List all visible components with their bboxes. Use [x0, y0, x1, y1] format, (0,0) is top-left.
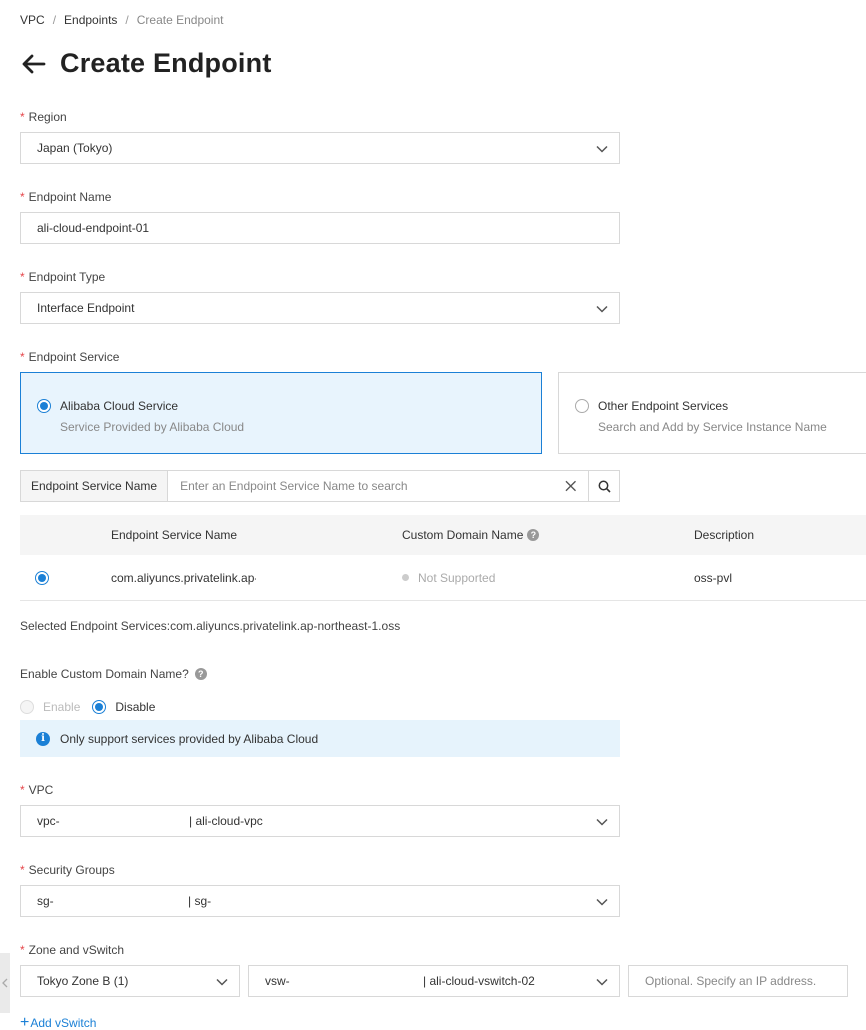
chevron-down-icon: [596, 978, 608, 986]
help-icon[interactable]: ?: [194, 668, 207, 680]
disable-option[interactable]: Disable: [92, 700, 155, 714]
column-header-custom-domain: Custom Domain Name?: [402, 515, 540, 555]
endpoint-service-search: Endpoint Service Name: [20, 470, 620, 502]
endpoint-service-label: * Endpoint Service: [20, 350, 120, 364]
vpc-label: * VPC: [20, 783, 54, 797]
breadcrumb-separator: /: [52, 13, 57, 27]
plus-icon: +: [20, 1014, 30, 1030]
vswitch-select[interactable]: vsw- | ali-cloud-vswitch-02: [248, 965, 620, 997]
card-subtitle: Search and Add by Service Instance Name: [598, 420, 827, 434]
security-group-id: sg-: [37, 894, 54, 908]
enable-option: Enable: [20, 700, 80, 714]
info-icon: i: [36, 731, 50, 746]
chevron-down-icon: [596, 818, 608, 826]
search-icon: [598, 480, 611, 493]
breadcrumb: VPC / Endpoints / Create Endpoint: [20, 13, 223, 27]
column-header-description: Description: [694, 528, 755, 542]
ip-address-placeholder: Optional. Specify an IP address.: [645, 974, 817, 988]
chevron-down-icon: [596, 145, 608, 153]
region-select[interactable]: Japan (Tokyo): [20, 132, 620, 164]
endpoint-type-select[interactable]: Interface Endpoint: [20, 292, 620, 324]
selected-services-text: Selected Endpoint Services:com.aliyuncs.…: [20, 619, 401, 633]
page-header: Create Endpoint: [20, 48, 272, 79]
other-endpoint-services-card[interactable]: Other Endpoint Services Search and Add b…: [558, 372, 866, 454]
info-text: Only support services provided by Alibab…: [60, 731, 319, 746]
back-arrow-icon[interactable]: [20, 51, 46, 77]
other-endpoint-services-radio[interactable]: [575, 399, 589, 413]
endpoint-type-label: * Endpoint Type: [20, 270, 106, 284]
alibaba-cloud-service-radio[interactable]: [37, 399, 51, 413]
chevron-down-icon: [596, 305, 608, 313]
card-subtitle: Service Provided by Alibaba Cloud: [60, 420, 245, 434]
table-header: Endpoint Service Name Custom Domain Name…: [20, 515, 866, 555]
chevron-left-icon: [2, 978, 8, 988]
breadcrumb-vpc[interactable]: VPC: [20, 13, 45, 27]
zone-value: Tokyo Zone B (1): [37, 974, 129, 988]
vpc-select[interactable]: vpc- | ali-cloud-vpc: [20, 805, 620, 837]
clear-icon[interactable]: [565, 480, 576, 492]
search-input[interactable]: [180, 479, 559, 493]
help-icon[interactable]: ?: [527, 529, 540, 541]
custom-domain-label: Enable Custom Domain Name??: [20, 667, 207, 681]
column-header-service-name: Endpoint Service Name: [111, 528, 238, 542]
custom-domain-radio-group: Enable Disable: [20, 700, 167, 714]
endpoint-name-value: ali-cloud-endpoint-01: [37, 221, 150, 235]
zone-vswitch-label: * Zone and vSwitch: [20, 943, 125, 957]
status-dot: [402, 574, 409, 581]
chevron-down-icon: [216, 978, 228, 986]
service-name-cell: com.aliyuncs.privatelink.ap-: [111, 570, 256, 585]
ip-address-input[interactable]: Optional. Specify an IP address.: [628, 965, 848, 997]
endpoint-name-input[interactable]: ali-cloud-endpoint-01: [20, 212, 620, 244]
breadcrumb-separator: /: [125, 13, 129, 27]
endpoint-service-table: Endpoint Service Name Custom Domain Name…: [20, 515, 866, 601]
search-field: [168, 471, 588, 501]
search-button[interactable]: [588, 471, 619, 501]
security-group-name: | sg-: [188, 894, 212, 908]
endpoint-type-value: Interface Endpoint: [37, 301, 135, 315]
zone-select[interactable]: Tokyo Zone B (1): [20, 965, 240, 997]
card-title: Other Endpoint Services: [598, 399, 729, 413]
info-alert: i Only support services provided by Alib…: [20, 720, 620, 757]
breadcrumb-endpoints[interactable]: Endpoints: [64, 13, 117, 27]
search-addon-label: Endpoint Service Name: [21, 471, 169, 501]
alibaba-cloud-service-card[interactable]: Alibaba Cloud Service Service Provided b…: [20, 372, 542, 454]
disable-radio[interactable]: [92, 700, 107, 714]
vpc-id: vpc-: [37, 814, 60, 828]
page-title: Create Endpoint: [60, 48, 272, 78]
table-row[interactable]: com.aliyuncs.privatelink.ap- Not Support…: [20, 555, 866, 601]
region-value: Japan (Tokyo): [37, 141, 113, 155]
enable-radio: [20, 700, 34, 714]
security-groups-select[interactable]: sg- | sg-: [20, 885, 620, 917]
endpoint-name-label: * Endpoint Name: [20, 190, 112, 204]
card-title: Alibaba Cloud Service: [60, 399, 179, 413]
row-select-radio[interactable]: [35, 570, 49, 585]
security-groups-label: * Security Groups: [20, 863, 115, 877]
chevron-down-icon: [596, 898, 608, 906]
add-vswitch-button[interactable]: + Add vSwitch: [20, 1014, 96, 1030]
vpc-name: | ali-cloud-vpc: [189, 814, 263, 828]
collapse-handle[interactable]: [0, 953, 10, 1013]
description-cell: oss-pvl: [694, 570, 733, 585]
breadcrumb-current: Create Endpoint: [136, 13, 224, 27]
region-label: * Region: [20, 110, 67, 124]
custom-domain-cell: Not Supported: [402, 555, 495, 600]
vswitch-id: vsw-: [265, 974, 290, 988]
vswitch-name: | ali-cloud-vswitch-02: [423, 974, 535, 988]
